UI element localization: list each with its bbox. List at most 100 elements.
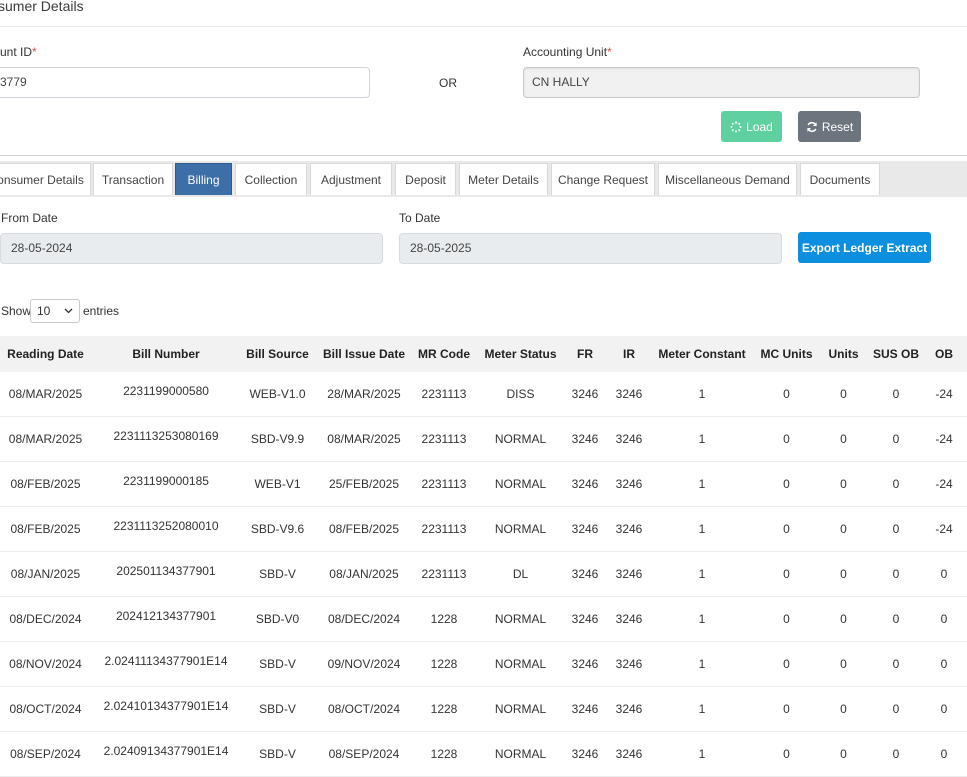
- tab-miscellaneous-demand[interactable]: Miscellaneous Demand: [658, 163, 797, 195]
- ir-cell: 3246: [603, 641, 655, 687]
- fr-cell: 3246: [567, 731, 603, 777]
- meter-constant-cell: 1: [655, 372, 749, 417]
- meter-constant-cell: 1: [655, 686, 749, 732]
- ir-cell: 3246: [603, 461, 655, 507]
- column-header[interactable]: MR Code: [414, 336, 474, 372]
- table-row: 08/SEP/2024 2.02409134377901E14 SBD-V 08/SE…: [0, 731, 967, 777]
- mc-units-cell: 0: [749, 506, 824, 552]
- meter-status-cell: NORMAL: [474, 641, 567, 687]
- bill-number-cell: 2231199000185: [91, 461, 241, 507]
- mr-code-cell: 1228: [414, 641, 474, 687]
- mr-code-cell: 1228: [414, 686, 474, 732]
- sus-ob-cell: 0: [863, 686, 929, 732]
- column-header[interactable]: FR: [567, 336, 603, 372]
- units-cell: 0: [824, 416, 863, 462]
- ob-cell: 0: [929, 596, 959, 642]
- bill-issue-date-cell: 08/MAR/2025: [314, 416, 414, 462]
- tab-deposit[interactable]: Deposit: [395, 163, 456, 195]
- units-cell: 0: [824, 372, 863, 417]
- fr-cell: 3246: [567, 416, 603, 462]
- table-row: 08/MAR/2025 2231199000580 WEB-V1.0 28/MAR/2…: [0, 372, 967, 417]
- bill-issue-date-cell: 28/MAR/2025: [314, 372, 414, 417]
- sus-ob-cell: 0: [863, 596, 929, 642]
- accounting-unit-input[interactable]: CN HALLY: [523, 67, 920, 98]
- accounting-unit-label-text: Accounting Unit: [523, 45, 608, 59]
- overflow-cell: [959, 731, 967, 777]
- spinner-icon: [730, 120, 742, 132]
- reading-date-cell: 08/NOV/2024: [0, 641, 91, 687]
- ob-cell: -24: [929, 372, 959, 417]
- meter-status-cell: NORMAL: [474, 731, 567, 777]
- bill-source-cell: SBD-V: [241, 686, 314, 732]
- divider: [0, 26, 967, 27]
- meter-constant-cell: 1: [655, 596, 749, 642]
- column-header[interactable]: Bill Issue Date: [314, 336, 414, 372]
- overflow-cell: [959, 641, 967, 687]
- tab-adjustment[interactable]: Adjustment: [310, 163, 392, 195]
- table-row: 08/OCT/2024 2.02410134377901E14 SBD-V 08/OC…: [0, 686, 967, 732]
- mc-units-cell: 0: [749, 641, 824, 687]
- load-button[interactable]: Load: [721, 111, 782, 142]
- from-date-input[interactable]: 28-05-2024: [0, 233, 383, 264]
- bill-issue-date-cell: 08/OCT/2024: [314, 686, 414, 732]
- sus-ob-cell: 0: [863, 641, 929, 687]
- bill-source-cell: SBD-V9.9: [241, 416, 314, 462]
- ir-cell: 3246: [603, 506, 655, 552]
- column-header[interactable]: OB: [929, 336, 959, 372]
- tab-billing[interactable]: Billing: [175, 163, 232, 195]
- column-header[interactable]: Reading Date: [0, 336, 91, 372]
- column-header[interactable]: Bill Source: [241, 336, 314, 372]
- accounting-unit-label: Accounting Unit*: [523, 45, 612, 59]
- tab-transaction[interactable]: Transaction: [93, 163, 173, 195]
- billing-table: Reading Date Bill Number Bill Source Bil…: [0, 336, 967, 777]
- ob-cell: 0: [929, 731, 959, 777]
- tab-meter-details[interactable]: Meter Details: [459, 163, 548, 195]
- meter-status-cell: NORMAL: [474, 596, 567, 642]
- fr-cell: 3246: [567, 372, 603, 417]
- column-header[interactable]: Meter Status: [474, 336, 567, 372]
- bill-number-cell: 2231113252080010: [91, 506, 241, 552]
- reading-date-cell: 08/MAR/2025: [0, 416, 91, 462]
- sus-ob-cell: 0: [863, 731, 929, 777]
- units-cell: 0: [824, 506, 863, 552]
- account-id-label-text: unt ID: [0, 45, 33, 59]
- mc-units-cell: 0: [749, 686, 824, 732]
- tab-collection[interactable]: Collection: [235, 163, 307, 195]
- mr-code-cell: 2231113: [414, 506, 474, 552]
- ob-cell: 0: [929, 641, 959, 687]
- units-cell: 0: [824, 596, 863, 642]
- tab-consumer-details[interactable]: onsumer Details: [0, 163, 91, 195]
- entries-select-value: 10: [37, 304, 51, 318]
- export-ledger-button[interactable]: Export Ledger Extract: [798, 232, 931, 263]
- ob-cell: -24: [929, 416, 959, 462]
- bill-issue-date-cell: 08/JAN/2025: [314, 551, 414, 597]
- tab-documents[interactable]: Documents: [800, 163, 880, 195]
- meter-constant-cell: 1: [655, 461, 749, 507]
- column-header[interactable]: SUS OB: [863, 336, 929, 372]
- column-header[interactable]: Units: [824, 336, 863, 372]
- column-header[interactable]: IR: [603, 336, 655, 372]
- tab-change-request[interactable]: Change Request: [551, 163, 655, 195]
- overflow-cell: [959, 416, 967, 462]
- bill-issue-date-cell: 25/FEB/2025: [314, 461, 414, 507]
- column-header[interactable]: Meter Constant: [655, 336, 749, 372]
- or-label: OR: [439, 76, 457, 90]
- mc-units-cell: 0: [749, 461, 824, 507]
- sus-ob-cell: 0: [863, 506, 929, 552]
- to-date-input[interactable]: 28-05-2025: [399, 233, 782, 264]
- meter-constant-cell: 1: [655, 551, 749, 597]
- bill-source-cell: WEB-V1: [241, 461, 314, 507]
- ir-cell: 3246: [603, 596, 655, 642]
- bill-number-cell: 2231199000580: [91, 372, 241, 417]
- mc-units-cell: 0: [749, 596, 824, 642]
- reset-button[interactable]: Reset: [798, 111, 861, 142]
- column-header[interactable]: MC Units: [749, 336, 824, 372]
- bill-source-cell: SBD-V: [241, 641, 314, 687]
- fr-cell: 3246: [567, 551, 603, 597]
- bill-issue-date-cell: 08/DEC/2024: [314, 596, 414, 642]
- entries-select[interactable]: 10: [30, 299, 80, 323]
- overflow-cell: [959, 551, 967, 597]
- column-header[interactable]: Bill Number: [91, 336, 241, 372]
- reading-date-cell: 08/FEB/2025: [0, 461, 91, 507]
- account-id-input[interactable]: 3779: [0, 67, 370, 98]
